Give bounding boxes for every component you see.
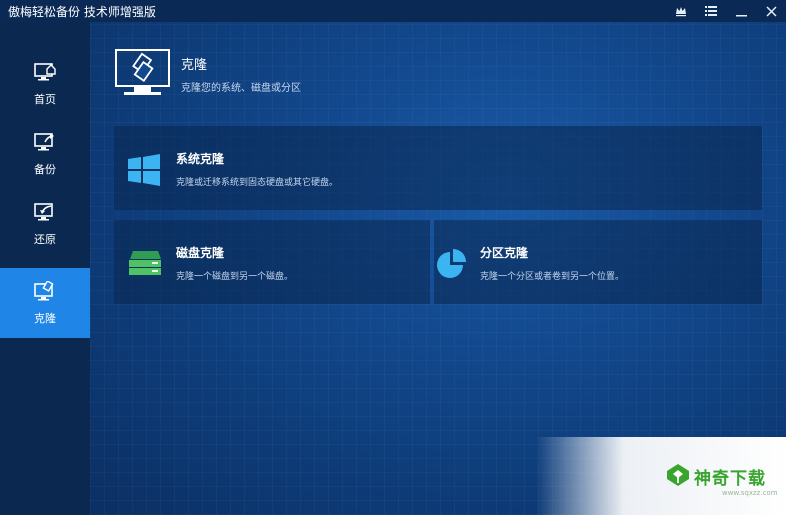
minimize-icon[interactable]	[726, 0, 756, 22]
home-monitor-icon	[34, 62, 56, 85]
window-controls	[666, 0, 786, 22]
windows-icon	[128, 154, 160, 190]
watermark-logo-icon	[666, 463, 690, 491]
sidebar-item-label: 克隆	[34, 311, 56, 325]
menu-icon[interactable]	[696, 0, 726, 22]
page-subtitle: 克隆您的系统、磁盘或分区	[181, 83, 301, 94]
system-clone-title: 系统克隆	[176, 152, 225, 166]
disk-icon	[128, 250, 162, 280]
title-bar: 傲梅轻松备份 技术师增强版	[0, 0, 786, 22]
watermark-text: 神奇下载	[694, 469, 766, 489]
partition-clone-title: 分区克隆	[480, 246, 529, 260]
sidebar-item-label: 首页	[34, 92, 56, 106]
upgrade-icon[interactable]	[666, 0, 696, 22]
partition-pie-icon	[434, 246, 470, 286]
sidebar-item-home[interactable]: 首页	[0, 49, 90, 119]
watermark: 神奇下载 www.sqxzz.com	[536, 437, 786, 515]
main-panel: 克隆 克隆您的系统、磁盘或分区 系统克隆 克隆或迁移系统到固态硬盘或其它硬盘。	[90, 22, 786, 515]
backup-monitor-icon	[34, 132, 56, 155]
app-title: 傲梅轻松备份 技术师增强版	[8, 5, 156, 19]
system-clone-desc: 克隆或迁移系统到固态硬盘或其它硬盘。	[176, 178, 339, 188]
disk-clone-card[interactable]: 磁盘克隆 克隆一个磁盘到另一个磁盘。	[114, 220, 430, 304]
sidebar-item-restore[interactable]: 还原	[0, 189, 90, 259]
system-clone-card[interactable]: 系统克隆 克隆或迁移系统到固态硬盘或其它硬盘。	[114, 126, 762, 210]
partition-clone-card[interactable]: 分区克隆 克隆一个分区或者卷到另一个位置。	[434, 220, 762, 304]
page-title: 克隆	[181, 58, 208, 73]
disk-clone-desc: 克隆一个磁盘到另一个磁盘。	[176, 272, 294, 282]
sidebar: 首页 备份 还原 克隆	[0, 22, 90, 515]
sidebar-item-label: 还原	[34, 232, 56, 246]
partition-clone-desc: 克隆一个分区或者卷到另一个位置。	[480, 272, 625, 282]
clone-monitor-icon	[114, 48, 172, 102]
sidebar-item-clone[interactable]: 克隆	[0, 268, 90, 338]
watermark-url: www.sqxzz.com	[722, 489, 778, 497]
sidebar-item-backup[interactable]: 备份	[0, 119, 90, 189]
sidebar-item-label: 备份	[34, 162, 56, 176]
restore-monitor-icon	[34, 202, 56, 225]
close-icon[interactable]	[756, 0, 786, 22]
disk-clone-title: 磁盘克隆	[176, 246, 225, 260]
clone-monitor-icon	[34, 279, 56, 304]
